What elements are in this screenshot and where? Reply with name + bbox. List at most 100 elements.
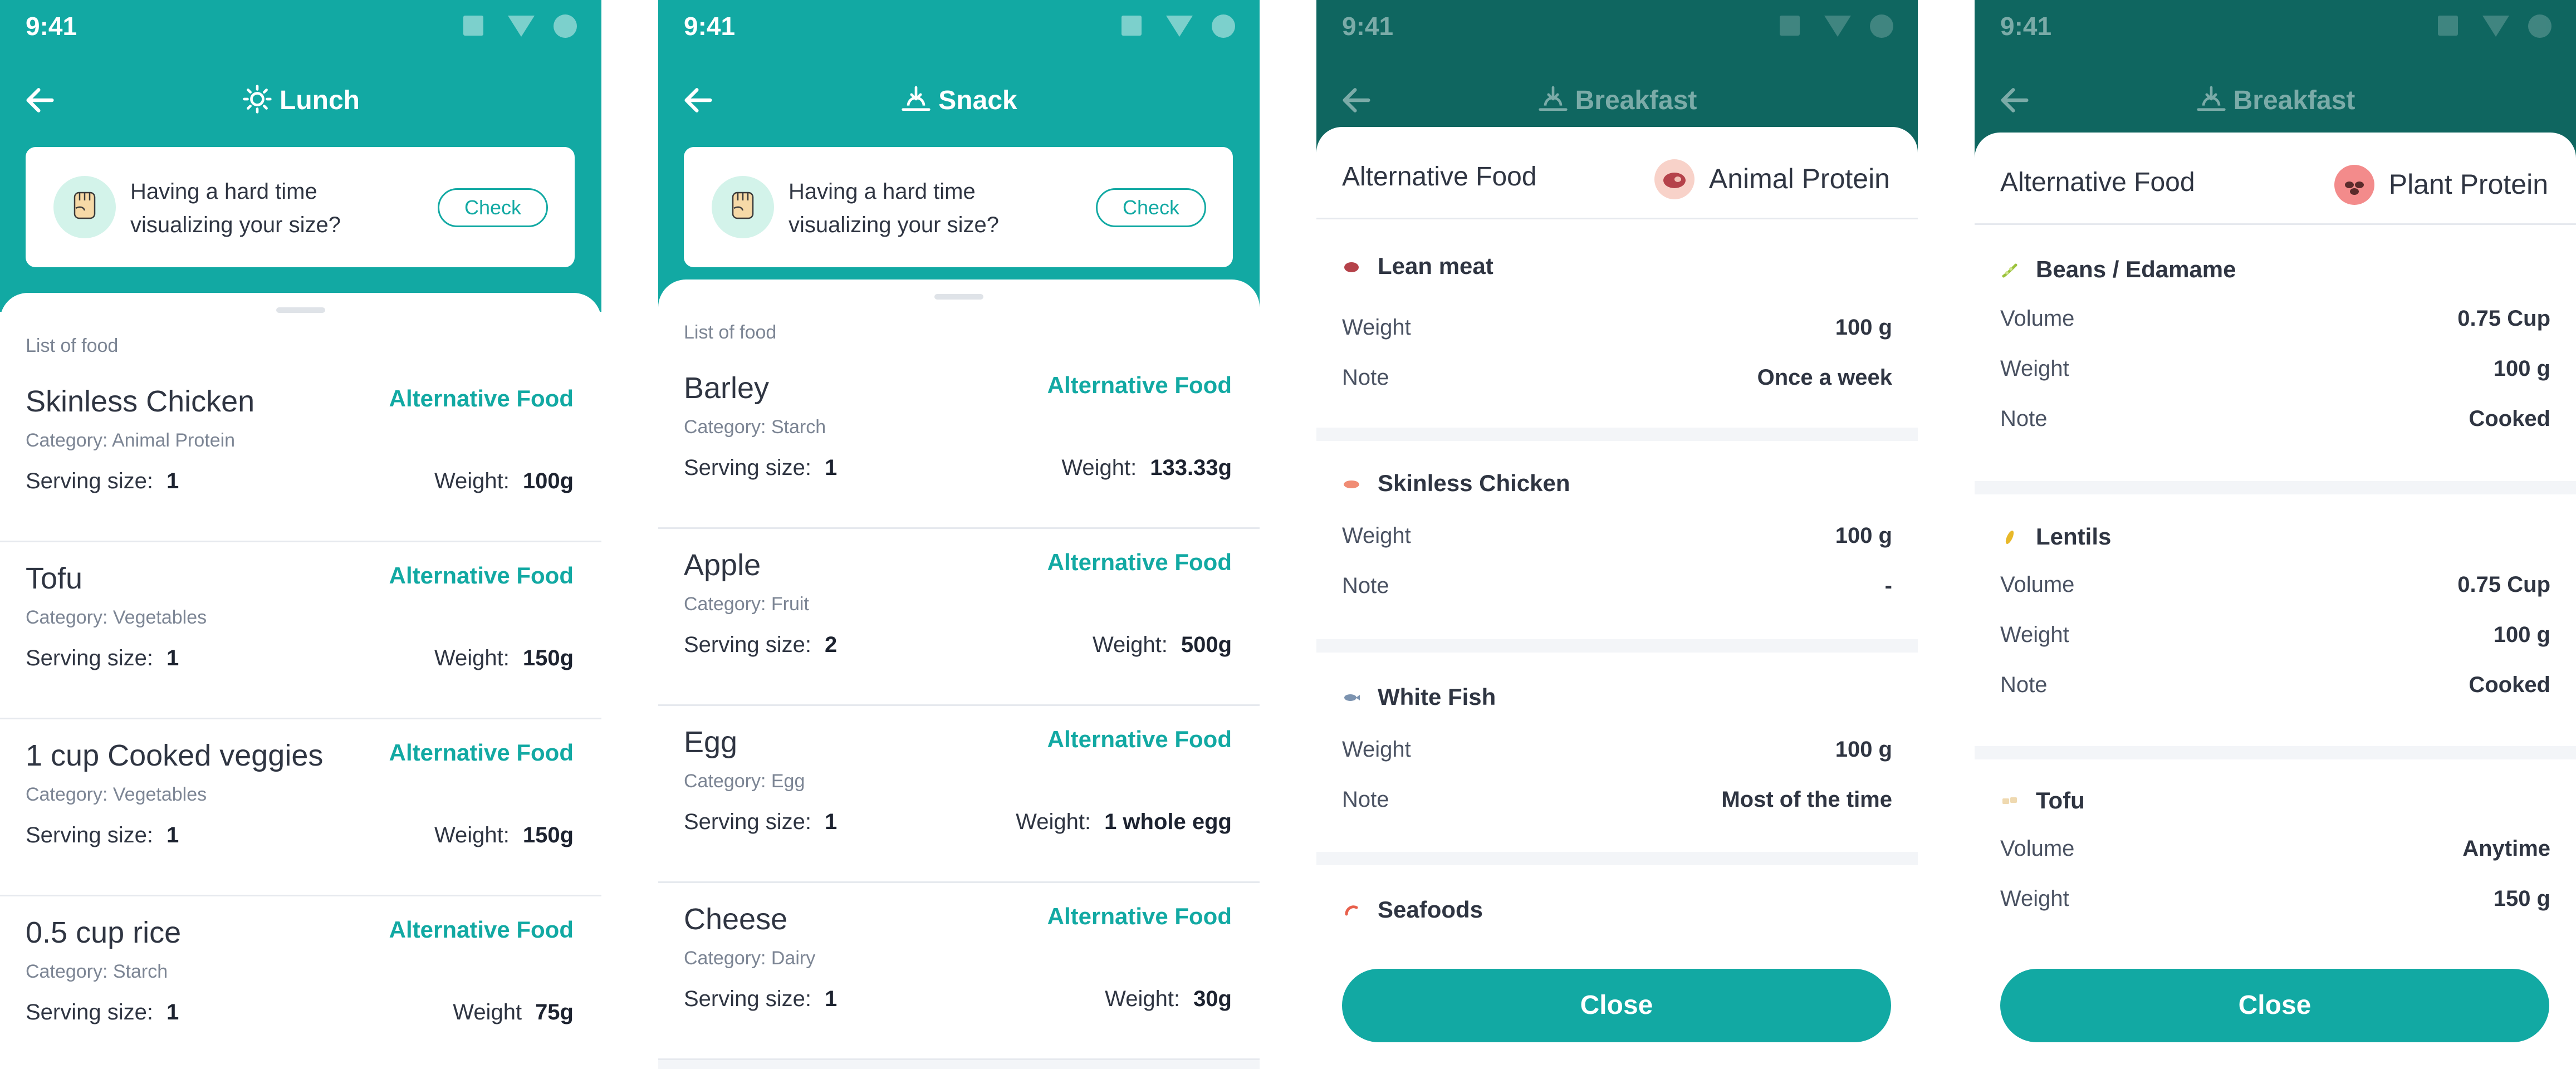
alternative-food-link[interactable]: Alternative Food: [1047, 903, 1232, 930]
serving-size: Serving size: 1: [26, 646, 179, 670]
status-time: 9:41: [1342, 12, 1394, 41]
status-time: 9:41: [2000, 12, 2052, 41]
page-title-text: Lunch: [280, 86, 360, 115]
square-status-icon: [2438, 16, 2458, 36]
page-title-text: Breakfast: [2233, 86, 2355, 115]
page-title: Lunch: [0, 84, 601, 116]
weight-value: 133.33g: [1150, 455, 1232, 480]
hint-text: Having a hard time visualizing your size…: [130, 179, 341, 237]
food-name: Barley: [684, 371, 770, 405]
food-item[interactable]: Apple Alternative Food Category: Fruit S…: [658, 529, 1260, 706]
beans-icon: [2334, 165, 2374, 205]
food-name: Skinless Chicken: [26, 385, 255, 418]
weight: Weight: 100g: [434, 469, 574, 493]
food-item[interactable]: Tofu Alternative Food Category: Vegetabl…: [0, 542, 601, 719]
food-item[interactable]: Cheese Alternative Food Category: Dairy …: [658, 883, 1260, 1060]
battery-icon: [554, 14, 577, 38]
status-bar: 9:41: [0, 0, 601, 51]
alternative-food-link[interactable]: Alternative Food: [389, 385, 574, 412]
section-title: Lentils: [2000, 523, 2111, 550]
food-category: Category: Animal Protein: [26, 430, 236, 451]
square-status-icon: [463, 16, 483, 36]
snack-screen: 9:41 Snack Having a hard time visualizin…: [658, 0, 1260, 1069]
section-divider: [1316, 639, 1918, 653]
alternative-food-link[interactable]: Alternative Food: [389, 739, 574, 766]
food-list-sheet: List of food Barley Alternative Food Cat…: [658, 279, 1260, 1069]
food-item[interactable]: Skinless Chicken Alternative Food Catego…: [0, 365, 601, 542]
drag-handle[interactable]: [276, 307, 325, 313]
page-title-text: Snack: [938, 86, 1017, 115]
page-title-text: Breakfast: [1575, 86, 1697, 115]
app-bar: 9:41 Snack Having a hard time visualizin…: [658, 0, 1260, 312]
food-item[interactable]: 1 cup Cooked veggies Alternative Food Ca…: [0, 719, 601, 896]
food-category: Category: Fruit: [684, 594, 809, 615]
list-footer: [658, 1060, 1260, 1069]
serving-size: Serving size: 1: [684, 810, 838, 834]
category-name: Animal Protein: [1708, 163, 1890, 194]
close-button[interactable]: Close: [1342, 969, 1891, 1042]
nav-bar: Breakfast: [1975, 67, 2576, 134]
signal-icon: [508, 16, 535, 37]
food-category: Category: Starch: [26, 961, 168, 982]
square-status-icon: [1780, 16, 1800, 36]
drag-handle[interactable]: [934, 294, 983, 300]
category-name: Plant Protein: [2388, 169, 2548, 200]
list-label: List of food: [684, 322, 777, 343]
page-title: Snack: [658, 84, 1260, 116]
battery-icon: [2528, 14, 2551, 38]
check-button[interactable]: Check: [438, 188, 548, 227]
alternative-food-link[interactable]: Alternative Food: [1047, 372, 1232, 399]
food-name: Tofu: [26, 562, 83, 595]
section-divider: [1316, 428, 1918, 441]
edamame-icon: [2002, 263, 2017, 278]
weight-value: 1 whole egg: [1104, 810, 1232, 834]
modal-header: Alternative Food Animal Protein: [1316, 127, 1918, 219]
serving-size: Serving size: 1: [26, 469, 179, 493]
battery-icon: [1212, 14, 1235, 38]
weight-value: 150g: [522, 823, 574, 847]
animal-protein-modal-screen: 9:41 Breakfast Alternative Food Animal P…: [1316, 0, 1918, 1069]
section-title: Seafoods: [1342, 896, 1483, 923]
lentil-icon: [2005, 531, 2014, 544]
food-category: Category: Starch: [684, 416, 826, 438]
category-label: Animal Protein: [1654, 159, 1890, 199]
status-time: 9:41: [26, 12, 77, 41]
food-name: 0.5 cup rice: [26, 916, 182, 949]
serving-value: 1: [166, 823, 179, 847]
status-bar: 9:41: [1975, 0, 2576, 51]
modal-title: Alternative Food: [2000, 168, 2195, 197]
serving-value: 1: [824, 987, 838, 1011]
serving-value: 1: [166, 646, 179, 670]
alternative-food-link[interactable]: Alternative Food: [389, 562, 574, 589]
check-button[interactable]: Check: [1096, 188, 1206, 227]
food-item[interactable]: 0.5 cup rice Alternative Food Category: …: [0, 896, 601, 1069]
status-bar: 9:41: [658, 0, 1260, 51]
serving-size: Serving size: 2: [684, 632, 838, 657]
food-name: Apple: [684, 548, 761, 582]
weight: Weight: 150g: [434, 646, 574, 670]
serving-value: 1: [166, 469, 179, 493]
alternative-food-modal: Alternative Food Animal Protein Lean mea…: [1316, 127, 1918, 1069]
alternative-food-link[interactable]: Alternative Food: [389, 916, 574, 943]
signal-icon: [1166, 16, 1193, 37]
weight-value: 75g: [535, 1000, 574, 1024]
hint-text: Having a hard time visualizing your size…: [789, 179, 999, 237]
chicken-icon: [1344, 480, 1359, 488]
weight: Weight: 150g: [434, 823, 574, 847]
nav-bar: Lunch: [0, 67, 601, 134]
weight: Weight: 500g: [1092, 632, 1232, 657]
steak-icon: [1654, 159, 1695, 199]
category-label: Plant Protein: [2334, 165, 2548, 205]
serving-size: Serving size: 1: [684, 455, 838, 480]
food-item[interactable]: Barley Alternative Food Category: Starch…: [658, 352, 1260, 529]
tofu-icon: [2002, 797, 2017, 804]
meat-icon: [1344, 262, 1359, 272]
food-list-sheet: List of food Skinless Chicken Alternativ…: [0, 293, 601, 1069]
alternative-food-link[interactable]: Alternative Food: [1047, 726, 1232, 753]
serving-value: 2: [824, 632, 838, 657]
food-item[interactable]: Egg Alternative Food Category: Egg Servi…: [658, 706, 1260, 883]
close-button[interactable]: Close: [2000, 969, 2549, 1042]
alternative-food-link[interactable]: Alternative Food: [1047, 549, 1232, 576]
weight: Weight: 30g: [1105, 987, 1232, 1011]
lunch-screen: 9:41 Lunch Having a hard time visualizin…: [0, 0, 601, 1069]
